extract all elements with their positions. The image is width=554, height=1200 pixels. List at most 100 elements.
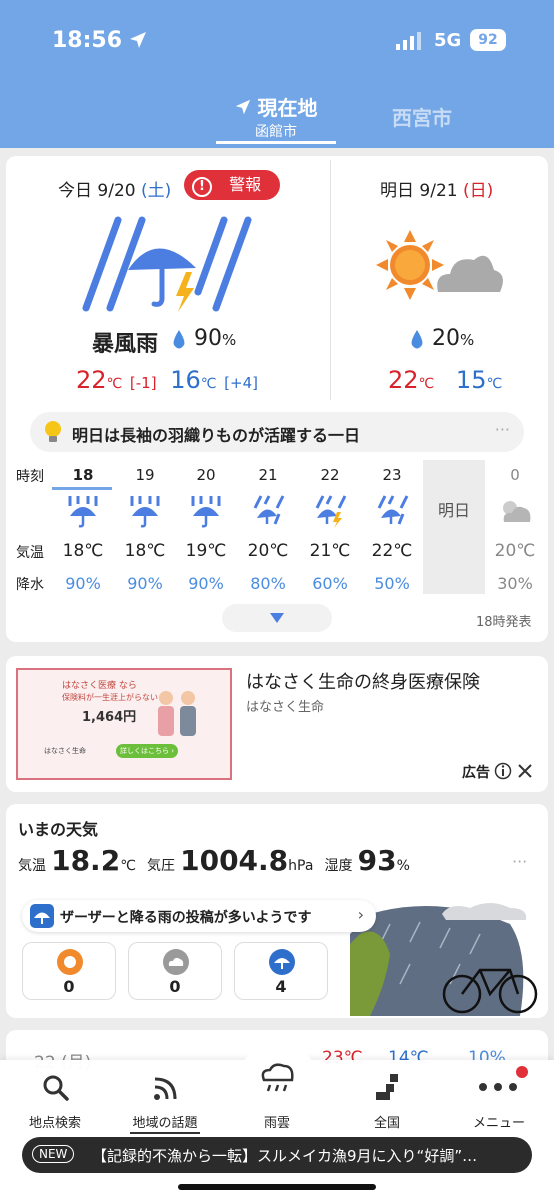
more-icon[interactable]: ··· bbox=[495, 420, 510, 439]
tip-text: 明日は長袖の羽織りものが活躍する一日 bbox=[72, 426, 361, 445]
current-humidity-unit: % bbox=[396, 858, 410, 874]
temp-value: 18℃ bbox=[124, 541, 166, 561]
ad-image[interactable]: はなさく医療 なら 保険料が一生涯上がらない 1,464円 はなさく生命 詳しく… bbox=[16, 668, 232, 780]
today-high: 22 bbox=[76, 366, 107, 394]
temp-label: 気温 bbox=[18, 858, 46, 874]
ad-image-button: 詳しくはこちら › bbox=[116, 744, 178, 758]
cloud-icon bbox=[163, 949, 189, 975]
lightbulb-icon bbox=[45, 421, 61, 442]
nav-label: 地域の話題 bbox=[132, 1116, 198, 1131]
windy-rain-icon bbox=[253, 495, 285, 525]
tomorrow-heading: 明日 9/21 (日) bbox=[380, 176, 493, 201]
tomorrow-precip: 20% bbox=[432, 326, 474, 351]
network-label: 5G bbox=[434, 30, 462, 51]
tab-active-indicator bbox=[216, 141, 336, 144]
rain-posts-banner[interactable]: ザーザーと降る雨の投稿が多いようです › bbox=[22, 900, 376, 932]
tomorrow-high: 22 bbox=[388, 366, 419, 394]
today-heading: 今日 9/20 (土) bbox=[58, 176, 171, 201]
tab-nishinomiya[interactable]: 西宮市 bbox=[392, 102, 452, 131]
tomorrow-low-unit: ℃ bbox=[486, 376, 503, 392]
ad-title[interactable]: はなさく生命の終身医療保険 bbox=[246, 668, 480, 694]
tomorrow-precip-value: 20 bbox=[432, 326, 460, 351]
expand-hourly-button[interactable] bbox=[222, 604, 332, 632]
temp-value: 19℃ bbox=[185, 541, 227, 561]
raindrop-icon bbox=[411, 330, 423, 349]
news-headline: 【記録的不漁から一転】スルメイカ漁9月に入り“好調”… bbox=[92, 1147, 478, 1165]
sun-icon bbox=[57, 949, 83, 975]
tomorrow-weekday: (日) bbox=[463, 181, 494, 201]
location-arrow-icon bbox=[130, 32, 146, 48]
tomorrow-date: 9/21 bbox=[419, 181, 458, 201]
precip-value: 60% bbox=[312, 574, 348, 593]
count-value: 0 bbox=[63, 977, 75, 996]
today-high-unit: ℃ bbox=[106, 376, 123, 392]
current-temp: 18.2 bbox=[51, 844, 121, 877]
temp-value: 22℃ bbox=[371, 541, 413, 561]
ad-image-brand: はなさく生命 bbox=[44, 747, 86, 755]
current-weather-title: いまの天気 bbox=[18, 820, 99, 839]
ad-info-icon[interactable] bbox=[494, 762, 512, 780]
ad-image-line2: 保険料が一生涯上がらない bbox=[62, 693, 158, 702]
close-icon[interactable] bbox=[518, 764, 532, 778]
tomorrow-low: 15 bbox=[455, 366, 487, 394]
tomorrow-precip-unit: % bbox=[460, 331, 475, 349]
nav-label: 地点検索 bbox=[28, 1116, 81, 1131]
nav-label: 雨雲 bbox=[263, 1116, 290, 1131]
active-indicator bbox=[130, 1132, 200, 1134]
today-precip: 90% bbox=[194, 326, 236, 351]
storm-rain-icon bbox=[315, 495, 347, 528]
alert-badge[interactable]: ! 警報 bbox=[184, 170, 280, 200]
tab-current-label: 現在地 bbox=[257, 96, 318, 120]
published-time: 18時発表 bbox=[476, 615, 532, 630]
signal-icon bbox=[396, 32, 421, 50]
tab-current-location[interactable]: 現在地 函館市 bbox=[216, 92, 336, 144]
ad-image-line1: はなさく医療 なら bbox=[62, 681, 137, 691]
today-precip-unit: % bbox=[222, 331, 237, 349]
current-readings: 気温 18.2℃ 気圧 1004.8hPa 湿度 93% bbox=[18, 844, 410, 877]
alert-label: 警報 bbox=[229, 175, 262, 194]
rainy-posts-count[interactable]: 4 bbox=[234, 942, 328, 1000]
tomorrow-label: 明日 bbox=[380, 181, 414, 201]
hour-label: 21 bbox=[258, 466, 278, 484]
notification-dot-icon bbox=[516, 1066, 528, 1078]
more-icon[interactable]: ··· bbox=[512, 852, 527, 871]
humidity-label: 湿度 bbox=[324, 858, 353, 874]
feed-icon bbox=[154, 1077, 177, 1100]
rain-umbrella-icon bbox=[68, 496, 98, 528]
hour-label: 0 bbox=[510, 466, 520, 484]
rain-umbrella-icon bbox=[30, 904, 54, 928]
nav-label: メニュー bbox=[472, 1116, 525, 1131]
clothing-tip[interactable]: 明日は長袖の羽織りものが活躍する一日 ··· bbox=[30, 412, 524, 452]
ad-image-price: 1,464円 bbox=[82, 710, 137, 725]
precip-value: 80% bbox=[250, 574, 286, 593]
home-indicator bbox=[178, 1184, 376, 1190]
precip-value: 90% bbox=[65, 574, 101, 593]
rain-scene-illustration bbox=[350, 903, 538, 1016]
today-low-diff: [+4] bbox=[224, 374, 258, 392]
precip-value: 90% bbox=[188, 574, 224, 593]
precip-value: 50% bbox=[374, 574, 410, 593]
cloudy-posts-count[interactable]: 0 bbox=[128, 942, 222, 1000]
today-high-diff: [-1] bbox=[129, 374, 157, 392]
rain-umbrella-icon bbox=[191, 496, 221, 528]
chevron-right-icon: › bbox=[357, 905, 364, 924]
current-pressure-unit: hPa bbox=[288, 858, 314, 874]
precip-value: 90% bbox=[127, 574, 163, 593]
alert-icon: ! bbox=[192, 177, 212, 197]
card-divider bbox=[330, 160, 331, 400]
rain-umbrella-icon bbox=[130, 496, 160, 528]
tomorrow-high-unit: ℃ bbox=[418, 376, 435, 392]
umbrella-icon bbox=[269, 949, 295, 975]
sunny-posts-count[interactable]: 0 bbox=[22, 942, 116, 1000]
tomorrow-column-label: 明日 bbox=[437, 501, 470, 520]
current-humidity: 93 bbox=[357, 844, 397, 877]
pressure-label: 気圧 bbox=[147, 858, 176, 874]
news-ticker[interactable]: NEW 【記録的不漁から一転】スルメイカ漁9月に入り“好調”… bbox=[22, 1137, 532, 1173]
temp-value: 21℃ bbox=[309, 541, 351, 561]
storm-rain-icon bbox=[82, 216, 252, 312]
sun-cloud-icon bbox=[376, 230, 503, 300]
search-icon bbox=[43, 1075, 69, 1101]
today-date: 9/20 bbox=[97, 181, 136, 201]
today-condition: 暴風雨 bbox=[92, 332, 159, 357]
hour-label: 18 bbox=[72, 466, 94, 484]
